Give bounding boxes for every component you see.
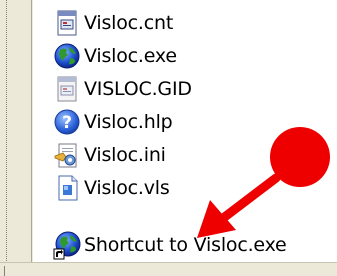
file-name: Visloc.ini [84, 144, 166, 166]
file-item-visloc-hlp[interactable]: ? Visloc.hlp [52, 106, 332, 138]
explorer-window: Visloc.cnt Visloc.exe VISLOC.GID ? Vislo… [0, 0, 337, 276]
file-item-visloc-cnt[interactable]: Visloc.cnt [52, 7, 332, 39]
settings-file-icon [52, 140, 82, 170]
file-item-visloc-gid[interactable]: VISLOC.GID [52, 73, 332, 105]
gid-file-icon [52, 74, 82, 104]
file-name: VISLOC.GID [84, 78, 192, 100]
file-item-visloc-vls[interactable]: Visloc.vls [52, 172, 332, 204]
file-name: Shortcut to Visloc.exe [84, 234, 287, 256]
tree-connector-line [6, 0, 7, 276]
folder-tree-pane[interactable] [0, 0, 34, 276]
file-item-visloc-ini[interactable]: Visloc.ini [52, 139, 332, 171]
globe-shortcut-icon [52, 230, 82, 260]
file-name: Visloc.vls [84, 177, 170, 199]
file-item-shortcut-visloc-exe[interactable]: Shortcut to Visloc.exe [52, 229, 332, 261]
pane-splitter[interactable] [31, 0, 32, 276]
status-bar-divider [4, 266, 5, 276]
file-name: Visloc.hlp [84, 111, 173, 133]
pane-splitter-highlight [33, 0, 34, 276]
help-file-icon: ? [52, 107, 82, 137]
status-bar [0, 262, 337, 276]
file-name: Visloc.exe [84, 45, 177, 67]
globe-app-icon [52, 41, 82, 71]
file-item-visloc-exe[interactable]: Visloc.exe [52, 40, 332, 72]
svg-text:?: ? [62, 113, 72, 133]
help-contents-file-icon [52, 8, 82, 38]
document-file-icon [52, 173, 82, 203]
file-name: Visloc.cnt [84, 12, 174, 34]
